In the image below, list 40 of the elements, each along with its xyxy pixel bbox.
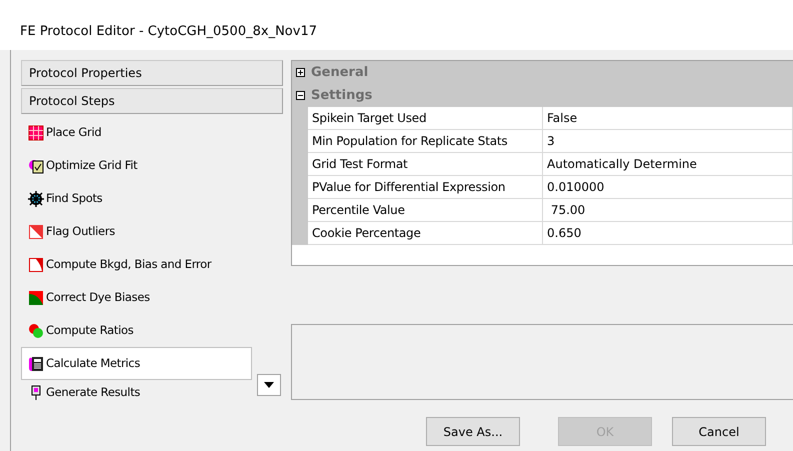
protocol-step[interactable]: Find Spots	[21, 182, 252, 215]
chart-icon	[28, 224, 44, 240]
grid-icon	[28, 124, 44, 140]
property-name: Percentile Value	[308, 199, 543, 222]
chart-icon	[28, 290, 44, 306]
property-name: Grid Test Format	[308, 153, 543, 176]
circles-icon	[28, 322, 44, 338]
calculator-icon	[28, 356, 44, 372]
property-value[interactable]: False	[543, 107, 793, 130]
caret-icon	[264, 382, 274, 388]
property-name: Spikein Target Used	[308, 107, 543, 130]
group-header: Settings	[311, 86, 372, 105]
property-value[interactable]: 3	[543, 130, 793, 153]
chart-icon	[28, 256, 44, 272]
group-header: General	[311, 64, 368, 82]
protocol-step[interactable]: Optimize Grid Fit	[21, 149, 252, 182]
expander-button[interactable]	[296, 68, 305, 77]
dialog-button[interactable]: Cancel	[672, 417, 766, 446]
property-name: PValue for Differential Expression	[308, 176, 543, 199]
expander-button[interactable]	[296, 91, 305, 100]
property-value[interactable]: 75.00	[543, 199, 793, 222]
property-name: Min Population for Replicate Stats	[308, 130, 543, 153]
property-value[interactable]: 0.010000	[543, 176, 793, 199]
section-header-button[interactable]: Protocol Properties	[21, 60, 283, 86]
protocol-step[interactable]: Compute Ratios	[21, 314, 252, 347]
protocol-step[interactable]: Calculate Metrics	[21, 347, 252, 380]
dialog-button[interactable]: Save As...	[426, 417, 520, 446]
clipboard-icon	[28, 158, 44, 174]
protocol-step[interactable]: Generate Results	[21, 380, 252, 406]
property-name: Cookie Percentage	[308, 222, 543, 245]
protocol-step[interactable]: Compute Bkgd, Bias and Error	[21, 248, 252, 281]
property-value[interactable]: 0.650	[543, 222, 793, 245]
window-title: FE Protocol Editor - CytoCGH_0500_8x_Nov17	[0, 0, 793, 50]
dropdown-button[interactable]	[257, 374, 281, 396]
property-value[interactable]: Automatically Determine	[543, 153, 793, 176]
protocol-step[interactable]: Flag Outliers	[21, 215, 252, 248]
gear-icon	[28, 190, 44, 206]
section-header-button[interactable]: Protocol Steps	[21, 88, 283, 114]
protocol-step[interactable]: Correct Dye Biases	[21, 281, 252, 314]
protocol-step[interactable]: Place Grid	[21, 116, 252, 149]
